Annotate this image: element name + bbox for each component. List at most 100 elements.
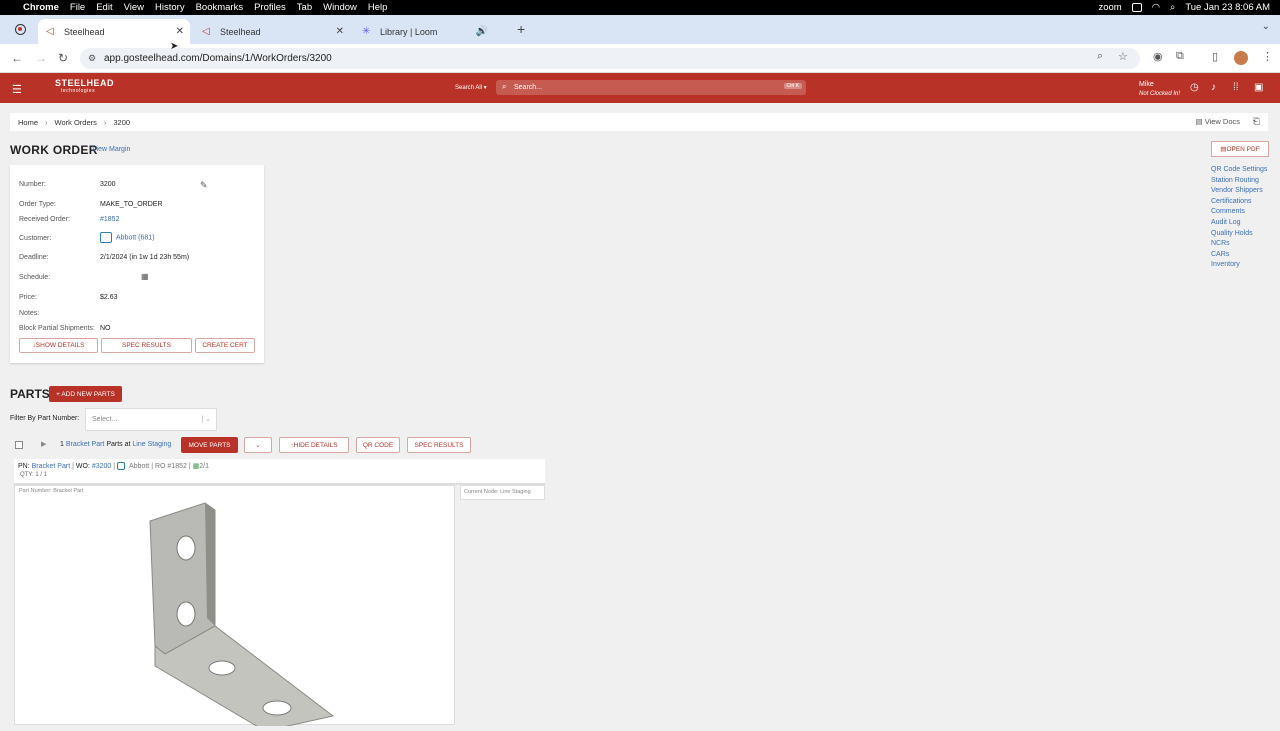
speaker-icon[interactable]: 🔊 bbox=[476, 26, 488, 37]
view-margin-link[interactable]: View Margin bbox=[92, 146, 130, 153]
steelhead-favicon-icon: ◁ bbox=[202, 25, 210, 37]
bell-icon[interactable]: ♪ bbox=[1211, 82, 1216, 93]
select-all-checkbox[interactable] bbox=[15, 441, 23, 449]
parts-count: 1 bbox=[60, 441, 64, 448]
clock-icon[interactable]: ◷ bbox=[1190, 82, 1199, 93]
link-cars[interactable]: CARs bbox=[1211, 250, 1267, 261]
steelhead-favicon-icon: ◁ bbox=[46, 25, 54, 37]
url-field[interactable]: ⚙ app.gosteelhead.com/Domains/1/WorkOrde… bbox=[80, 48, 1140, 69]
current-node-panel: Current Node: Line Staging bbox=[460, 485, 545, 500]
url-text: app.gosteelhead.com/Domains/1/WorkOrders… bbox=[104, 53, 332, 64]
bookmark-star-icon[interactable]: ☆ bbox=[1118, 50, 1128, 63]
menu-app[interactable]: Chrome bbox=[23, 2, 59, 13]
spec-results-button[interactable]: SPEC RESULTS bbox=[101, 338, 192, 353]
app-header: ☰ STEELHEAD technologies Search All ▾ ⌕ … bbox=[0, 73, 1280, 103]
link-ncrs[interactable]: NCRs bbox=[1211, 239, 1267, 250]
zoom-icon[interactable]: ⌕ bbox=[1097, 50, 1103, 63]
global-search-input[interactable]: ⌕ Search... Ctrl K bbox=[496, 80, 806, 95]
mouse-cursor-icon: ➤ bbox=[170, 41, 179, 52]
user-status[interactable]: Mike Not Clocked In! bbox=[1139, 80, 1180, 99]
menu-edit[interactable]: Edit bbox=[96, 2, 112, 13]
qr-code-button[interactable]: QR CODE bbox=[356, 437, 400, 453]
clock[interactable]: Tue Jan 23 8:06 AM bbox=[1185, 2, 1270, 13]
tab-steelhead-active[interactable]: ◁ Steelhead ✕ bbox=[38, 19, 190, 44]
customer-value[interactable]: Abbott (681) bbox=[100, 232, 155, 243]
received-order-link[interactable]: #1852 bbox=[100, 216, 119, 223]
move-parts-dropdown[interactable]: ⌄ bbox=[244, 437, 272, 453]
part-number-filter[interactable]: Select... | ⌄ bbox=[85, 408, 217, 431]
link-comments[interactable]: Comments bbox=[1211, 207, 1267, 218]
menu-bookmarks[interactable]: Bookmarks bbox=[196, 2, 244, 13]
pn-link[interactable]: Bracket Part bbox=[32, 463, 71, 470]
edit-pencil-icon[interactable]: ✎ bbox=[200, 180, 208, 191]
link-vendor-shippers[interactable]: Vendor Shippers bbox=[1211, 186, 1267, 197]
extension-icon[interactable]: ◉ bbox=[1153, 50, 1163, 63]
create-cert-button[interactable]: CREATE CERT bbox=[195, 338, 255, 353]
loom-favicon-icon: ✳ bbox=[362, 25, 371, 37]
add-new-parts-button[interactable]: + ADD NEW PARTS bbox=[49, 386, 122, 402]
node-link[interactable]: Line Staging bbox=[132, 441, 171, 448]
chevron-down-icon: ⌄ bbox=[255, 442, 261, 449]
menu-history[interactable]: History bbox=[155, 2, 185, 13]
menu-tab[interactable]: Tab bbox=[297, 2, 312, 13]
site-info-icon[interactable]: ⚙ bbox=[88, 53, 96, 64]
wifi-icon[interactable]: ◠ bbox=[1152, 2, 1160, 13]
part-image-panel: Part Number: Bracket Part bbox=[14, 485, 455, 731]
open-pdf-button[interactable]: ▤ OPEN PDF bbox=[1211, 141, 1269, 157]
breadcrumb-home[interactable]: Home bbox=[18, 118, 38, 127]
battery-icon[interactable] bbox=[1131, 3, 1142, 12]
pn-label: PN: bbox=[18, 463, 30, 470]
order-type-label: Order Type: bbox=[19, 201, 56, 208]
close-tab-icon[interactable]: ✕ bbox=[176, 26, 184, 37]
move-parts-button[interactable]: MOVE PARTS bbox=[181, 437, 238, 453]
link-station-routing[interactable]: Station Routing bbox=[1211, 176, 1267, 187]
apps-grid-icon[interactable]: ⁞⁞ bbox=[1233, 82, 1239, 93]
link-certifications[interactable]: Certifications bbox=[1211, 197, 1267, 208]
hide-details-button[interactable]: ↑ HIDE DETAILS bbox=[279, 437, 349, 453]
kebab-menu-icon[interactable]: ⋮ bbox=[1262, 50, 1273, 63]
wo-link[interactable]: #3200 bbox=[92, 463, 111, 470]
camera-icon[interactable]: ▣ bbox=[1254, 82, 1263, 93]
search-scope-select[interactable]: Search All ▾ bbox=[455, 84, 487, 91]
new-tab-icon[interactable]: + bbox=[517, 21, 525, 37]
menu-profiles[interactable]: Profiles bbox=[254, 2, 286, 13]
show-details-button[interactable]: ↓ SHOW DETAILS bbox=[19, 338, 98, 353]
search-icon[interactable]: ⌕ bbox=[1170, 2, 1175, 13]
tab-steelhead[interactable]: ◁ Steelhead ✕ bbox=[194, 19, 350, 44]
view-docs-link[interactable]: ▤ View Docs bbox=[1196, 117, 1240, 126]
link-audit-log[interactable]: Audit Log bbox=[1211, 218, 1267, 229]
date-text: 2/1 bbox=[199, 463, 209, 470]
hamburger-icon[interactable]: ☰ bbox=[12, 83, 22, 96]
calendar-icon[interactable]: ▦ bbox=[141, 272, 149, 281]
forward-icon[interactable]: → bbox=[35, 51, 47, 65]
profile-avatar[interactable] bbox=[1234, 51, 1248, 68]
hide-details-label: HIDE DETAILS bbox=[293, 441, 338, 449]
link-quality-holds[interactable]: Quality Holds bbox=[1211, 229, 1267, 240]
link-inventory[interactable]: Inventory bbox=[1211, 260, 1267, 271]
record-icon[interactable] bbox=[15, 24, 26, 35]
number-label: Number: bbox=[19, 181, 46, 188]
part-link[interactable]: Bracket Part bbox=[66, 441, 105, 448]
reload-icon[interactable]: ↻ bbox=[58, 51, 68, 65]
menu-view[interactable]: View bbox=[124, 2, 144, 13]
bookmark-icon[interactable]: ⎗ bbox=[1253, 116, 1260, 127]
breadcrumb-work-orders[interactable]: Work Orders bbox=[55, 118, 97, 127]
menu-file[interactable]: File bbox=[70, 2, 85, 13]
zoom-status[interactable]: zoom bbox=[1098, 2, 1121, 13]
close-tab-icon[interactable]: ✕ bbox=[336, 26, 344, 37]
steelhead-logo[interactable]: STEELHEAD technologies bbox=[35, 79, 114, 95]
menu-help[interactable]: Help bbox=[368, 2, 388, 13]
tab-search-icon[interactable]: ⌄ bbox=[1262, 21, 1270, 32]
tab-loom[interactable]: ✳ Library | Loom 🔊 bbox=[354, 19, 502, 44]
back-icon[interactable]: ← bbox=[11, 51, 23, 65]
number-value: 3200 bbox=[100, 181, 116, 188]
puzzle-icon[interactable]: ⧉ bbox=[1176, 50, 1184, 63]
spec-results-button-parts[interactable]: SPEC RESULTS bbox=[407, 437, 471, 453]
expand-icon[interactable]: ▶ bbox=[41, 440, 46, 448]
menu-window[interactable]: Window bbox=[323, 2, 357, 13]
customer-text: Abbott bbox=[129, 463, 150, 470]
customer-link[interactable]: Abbott (681) bbox=[116, 234, 155, 241]
sidepanel-icon[interactable]: ▯ bbox=[1212, 50, 1218, 63]
user-name: Mike bbox=[1139, 81, 1154, 88]
link-qr-code-settings[interactable]: QR Code Settings bbox=[1211, 165, 1267, 176]
